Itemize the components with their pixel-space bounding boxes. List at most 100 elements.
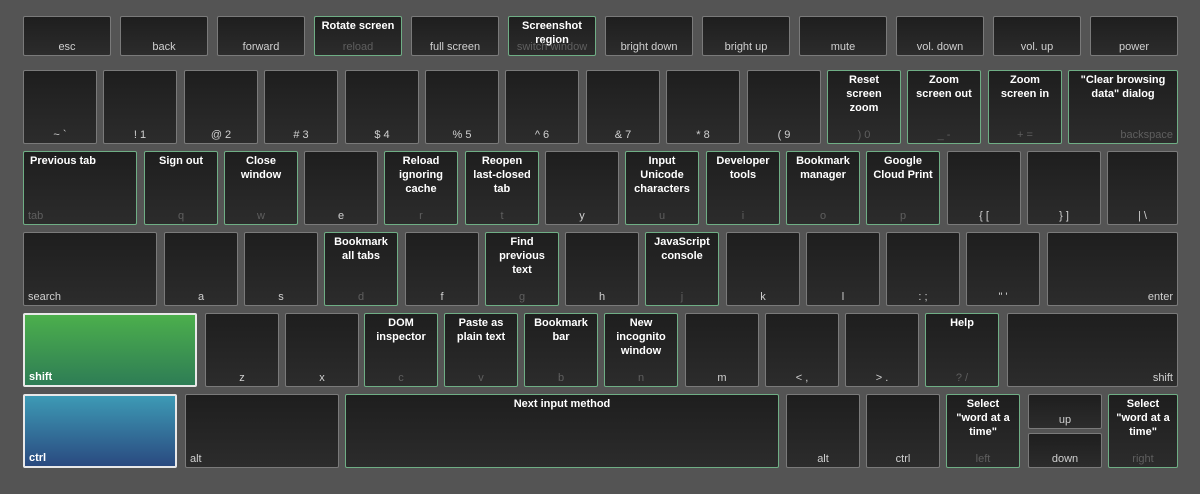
key-n[interactable]: New incognito window n	[604, 313, 678, 387]
key-forward[interactable]: forward	[217, 16, 305, 56]
key-blank[interactable]: < ,	[765, 313, 839, 387]
key-l[interactable]: l	[806, 232, 880, 306]
key-up[interactable]: up	[1028, 394, 1102, 429]
key-1[interactable]: ! 1	[103, 70, 177, 144]
key-label: ? /	[955, 372, 969, 384]
key-blank[interactable]: Help ? /	[925, 313, 999, 387]
key-blank[interactable]: Zoom screen in + =	[988, 70, 1062, 144]
key-shift[interactable]: shift	[1007, 313, 1178, 387]
key-x[interactable]: x	[285, 313, 359, 387]
key-y[interactable]: y	[545, 151, 619, 225]
key-label: vol. up	[1020, 41, 1054, 53]
key-label: o	[819, 210, 827, 222]
key-q[interactable]: Sign out q	[144, 151, 218, 225]
key-reload[interactable]: Rotate screen reload	[314, 16, 402, 56]
key-right[interactable]: Select "word at a time" right	[1108, 394, 1178, 468]
key-7[interactable]: & 7	[586, 70, 660, 144]
key-b[interactable]: Bookmark bar b	[524, 313, 598, 387]
key-k[interactable]: k	[726, 232, 800, 306]
key-power[interactable]: power	[1090, 16, 1178, 56]
key-label: enter	[1147, 291, 1173, 303]
key-a[interactable]: a	[164, 232, 238, 306]
key-back[interactable]: back	[120, 16, 208, 56]
key-c[interactable]: DOM inspector c	[364, 313, 438, 387]
key-bright-down[interactable]: bright down	[605, 16, 693, 56]
shortcut-label: Close window	[240, 155, 282, 181]
shortcut-label: Bookmark bar	[534, 317, 588, 343]
key-e[interactable]: e	[304, 151, 378, 225]
key-tab[interactable]: Previous tab tab	[23, 151, 137, 225]
key-u[interactable]: Input Unicode characters u	[625, 151, 699, 225]
key-blank[interactable]: } ]	[1027, 151, 1101, 225]
key-bright-up[interactable]: bright up	[702, 16, 790, 56]
key-alt[interactable]: alt	[185, 394, 339, 468]
key-8[interactable]: * 8	[666, 70, 740, 144]
key-label: { [	[979, 210, 989, 222]
key-blank[interactable]: : ;	[886, 232, 960, 306]
key-ctrl[interactable]: ctrl	[866, 394, 940, 468]
key-ctrl[interactable]: ctrl	[23, 394, 177, 468]
key-label: i	[741, 210, 745, 222]
key-blank[interactable]: > .	[845, 313, 919, 387]
key-label: right	[1132, 453, 1154, 465]
key-g[interactable]: Find previous text g	[485, 232, 559, 306]
key-backspace[interactable]: "Clear browsing data" dialog backspace	[1068, 70, 1178, 144]
key-i[interactable]: Developer tools i	[706, 151, 780, 225]
key-mute[interactable]: mute	[799, 16, 887, 56]
key-label: bright down	[620, 41, 678, 53]
key-full-screen[interactable]: full screen	[411, 16, 499, 56]
key-o[interactable]: Bookmark manager o	[786, 151, 860, 225]
key-esc[interactable]: esc	[23, 16, 111, 56]
key-blank[interactable]: Zoom screen out _ -	[907, 70, 981, 144]
key-v[interactable]: Paste as plain text v	[444, 313, 518, 387]
key-label: e	[337, 210, 345, 222]
key-4[interactable]: $ 4	[345, 70, 419, 144]
key-blank[interactable]: | \	[1107, 151, 1178, 225]
key-down[interactable]: down	[1028, 433, 1102, 468]
key-0[interactable]: Reset screen zoom) 0	[827, 70, 901, 144]
key-6[interactable]: ^ 6	[505, 70, 579, 144]
key-p[interactable]: Google Cloud Print p	[866, 151, 940, 225]
key-3[interactable]: # 3	[264, 70, 338, 144]
key-alt[interactable]: alt	[786, 394, 860, 468]
key-blank[interactable]: { [	[947, 151, 1021, 225]
key-w[interactable]: Close window w	[224, 151, 298, 225]
key-label: w	[257, 210, 265, 222]
key-label: x	[319, 372, 325, 384]
key-space[interactable]: Next input method	[345, 394, 779, 468]
shortcut-label: JavaScript console	[654, 236, 710, 262]
key-label: % 5	[452, 129, 472, 141]
key-9[interactable]: ( 9	[747, 70, 821, 144]
key-enter[interactable]: enter	[1047, 232, 1178, 306]
key-j[interactable]: JavaScript console j	[645, 232, 719, 306]
shortcut-label: Select "word at a time"	[956, 398, 1010, 438]
shortcut-label: New incognito window	[616, 317, 666, 357]
key-blank[interactable]: ~ `	[23, 70, 97, 144]
key-f[interactable]: f	[405, 232, 479, 306]
key-2[interactable]: @ 2	[184, 70, 258, 144]
key-search[interactable]: search	[23, 232, 157, 306]
key-d[interactable]: Bookmark all tabs d	[324, 232, 398, 306]
key-blank[interactable]: " '	[966, 232, 1040, 306]
key-label: v	[478, 372, 484, 384]
shortcut-label: Previous tab	[30, 155, 97, 167]
key-label: $ 4	[374, 129, 390, 141]
key-m[interactable]: m	[685, 313, 759, 387]
key-h[interactable]: h	[565, 232, 639, 306]
key-vol-down[interactable]: vol. down	[896, 16, 984, 56]
key-r[interactable]: Reload ignoring cache r	[384, 151, 458, 225]
key-switch-window[interactable]: Screenshot region switch window	[508, 16, 596, 56]
key-label: h	[598, 291, 606, 303]
key-vol-up[interactable]: vol. up	[993, 16, 1081, 56]
key-s[interactable]: s	[244, 232, 318, 306]
key-label: ^ 6	[534, 129, 550, 141]
key-z[interactable]: z	[205, 313, 279, 387]
key-label: forward	[242, 41, 280, 53]
key-label: ctrl	[29, 452, 47, 464]
key-label: @ 2	[210, 129, 232, 141]
key-5[interactable]: % 5	[425, 70, 499, 144]
key-label: | \	[1138, 210, 1147, 222]
key-shift[interactable]: shift	[23, 313, 197, 387]
key-t[interactable]: Reopen last-closed tab t	[465, 151, 539, 225]
key-left[interactable]: Select "word at a time" left	[946, 394, 1020, 468]
